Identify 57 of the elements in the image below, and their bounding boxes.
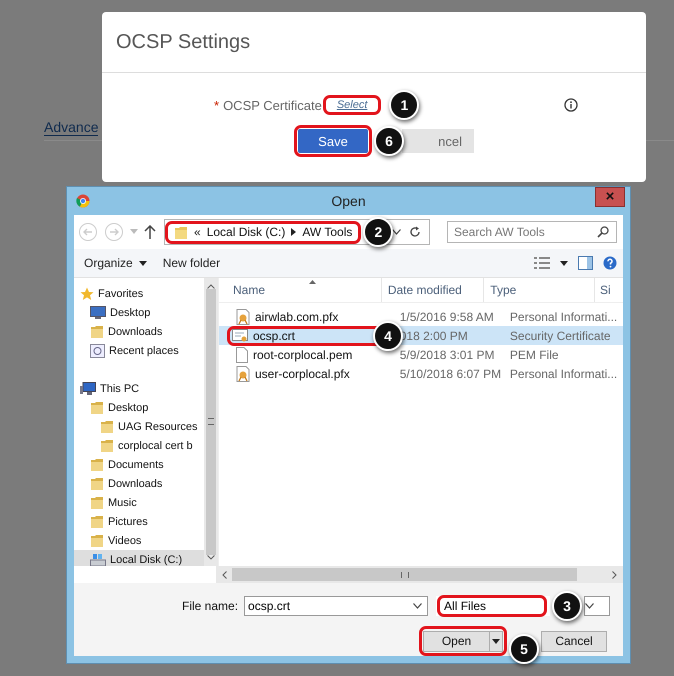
overflow-chevron[interactable]: « [194,225,201,239]
file-name-field[interactable]: ocsp.crt [244,596,428,616]
section-heading: Advance [44,119,98,136]
dialog-title: OCSP Settings [116,30,250,54]
tree-item[interactable]: Desktop [74,398,204,417]
cancel-button[interactable]: ncel [402,129,474,153]
tree-item[interactable]: Downloads [74,322,204,341]
file-name: root-corplocal.pem [253,348,352,362]
type-cell-text: Personal Informati... [508,366,618,380]
column-header[interactable]: Si [595,278,623,302]
date-cell-text: 1/5/2016 9:58 AM [398,310,495,324]
tree-item[interactable]: Documents [74,455,204,474]
date-cell-text: 5/10/2018 6:07 PM [398,366,502,380]
type-cell-text: Personal Informati... [508,310,618,324]
step-badge: 1 [389,90,420,120]
tree-item[interactable]: UAG Resources [74,417,204,436]
file-name: ocsp.crt [253,328,296,342]
tree-item[interactable]: Downloads [74,474,204,493]
cancel-button[interactable]: Cancel [541,630,607,652]
file-name: airwlab.com.pfx [255,310,338,324]
breadcrumb-item[interactable]: AW Tools [302,225,352,239]
step-badge: 6 [374,126,404,156]
field-label: OCSP Certificate [223,98,322,112]
step-badge: 4 [373,320,403,350]
required-mark: * [214,98,220,112]
type-cell-text: Security Certificate [508,328,612,342]
tree-item[interactable]: Music [74,493,204,512]
tree-item[interactable]: Favorites [74,284,204,303]
tree-item[interactable]: Recent places [74,341,204,360]
save-button[interactable]: Save [298,129,368,153]
tree-item[interactable]: Videos [74,531,204,550]
open-button[interactable]: Open [423,630,489,652]
tree-item[interactable]: corplocal cert b [74,436,204,455]
step-badge: 5 [509,634,539,664]
step-badge: 2 [363,217,394,247]
window-title: Open [331,193,366,209]
file-name: user-corplocal.pfx [255,366,350,380]
type-cell-text: PEM File [508,348,560,362]
file-row[interactable]: user-corplocal.pfx 5/10/2018 6:07 PM Personal Informati... [219,364,623,383]
file-type-dropdown[interactable]: All Files [436,596,550,616]
tree-item[interactable]: This PC [74,379,204,398]
step-badge: 3 [552,591,582,621]
close-button[interactable]: × [595,187,625,207]
select-link[interactable]: Select [326,99,378,111]
breadcrumb-item[interactable]: Local Disk (C:) [206,225,286,239]
search-field[interactable]: Search AW Tools [447,221,617,243]
dropdown-value: All Files [443,599,486,613]
new-folder-button[interactable]: New folder [158,256,224,270]
organize-menu[interactable]: Organize [80,256,137,270]
tree-item[interactable]: Local Disk (C:) [74,550,204,566]
column-header[interactable]: Date modified [382,278,484,302]
address-bar[interactable]: « Local Disk (C:) AW Tools 2 [164,219,430,245]
date-cell-text: 5/9/2018 3:01 PM [398,348,496,362]
column-header[interactable]: Type [484,278,596,302]
field-label: File name: [182,599,238,613]
tree-item[interactable]: Pictures [74,512,204,531]
tree-item[interactable]: Desktop [74,303,204,322]
